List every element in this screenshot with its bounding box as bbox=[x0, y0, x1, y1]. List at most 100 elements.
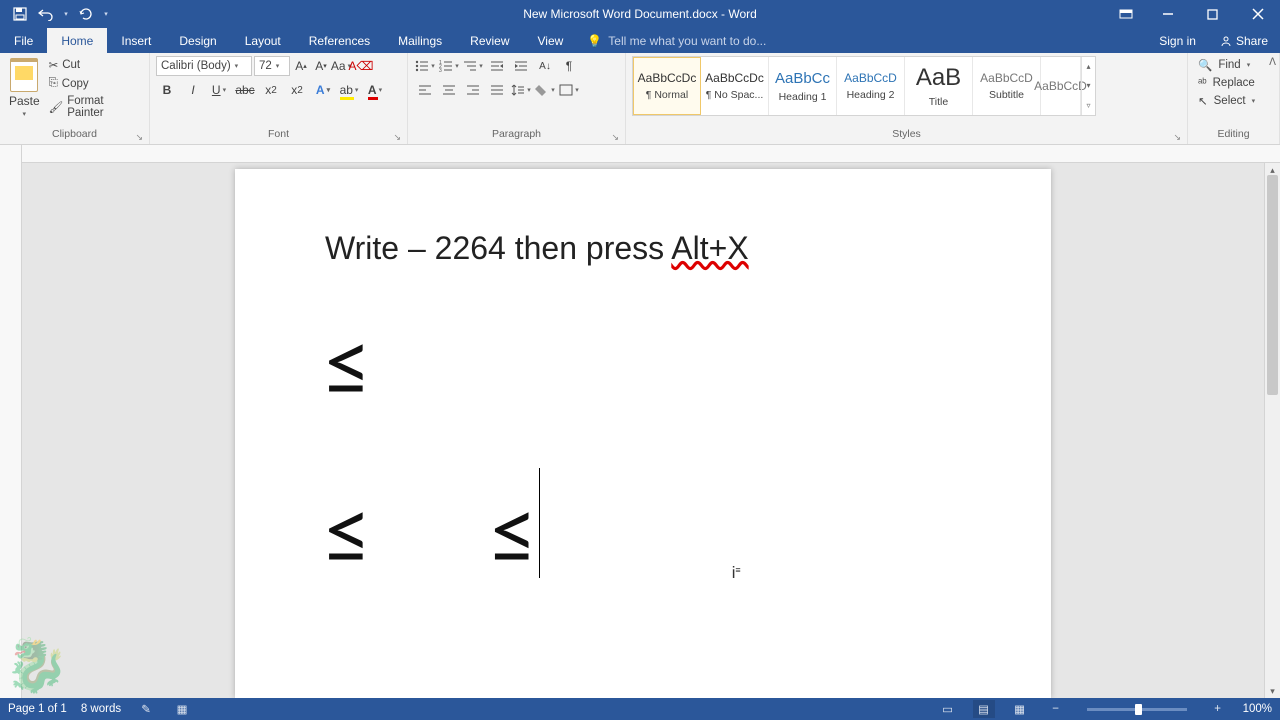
bold-button[interactable]: B bbox=[156, 80, 178, 100]
share-button[interactable]: Share bbox=[1208, 28, 1280, 53]
zoom-level[interactable]: 100% bbox=[1243, 703, 1272, 715]
gallery-up[interactable]: ▴ bbox=[1082, 57, 1095, 76]
format-painter-button[interactable]: 🖌Format Painter bbox=[45, 93, 143, 121]
tab-home[interactable]: Home bbox=[47, 28, 107, 53]
grow-font-button[interactable]: A▴ bbox=[292, 57, 310, 75]
paragraph-dialog-launcher[interactable]: ↘ bbox=[611, 132, 619, 143]
strikethrough-button[interactable]: abc bbox=[234, 80, 256, 100]
undo-dropdown[interactable]: ▾ bbox=[60, 2, 72, 26]
tab-review[interactable]: Review bbox=[456, 28, 523, 53]
borders-button[interactable] bbox=[558, 80, 580, 100]
line-spacing-button[interactable] bbox=[510, 80, 532, 100]
align-center-button[interactable] bbox=[438, 80, 460, 100]
zoom-knob[interactable] bbox=[1135, 704, 1142, 715]
tab-layout[interactable]: Layout bbox=[231, 28, 295, 53]
vertical-ruler[interactable] bbox=[0, 145, 22, 698]
tab-file[interactable]: File bbox=[0, 28, 47, 53]
redo-button[interactable] bbox=[74, 2, 98, 26]
replace-button[interactable]: ᵃᵇReplace bbox=[1194, 75, 1259, 91]
styles-dialog-launcher[interactable]: ↘ bbox=[1173, 132, 1181, 143]
collapse-ribbon-button[interactable]: ᐱ bbox=[1269, 57, 1276, 68]
tab-insert[interactable]: Insert bbox=[107, 28, 165, 53]
increase-indent-button[interactable] bbox=[510, 56, 532, 76]
clear-formatting-button[interactable]: A⌫ bbox=[352, 57, 370, 75]
doc-symbol-3: ≤ bbox=[491, 475, 537, 588]
bullets-button[interactable] bbox=[414, 56, 436, 76]
justify-button[interactable] bbox=[486, 80, 508, 100]
scroll-down[interactable]: ▾ bbox=[1265, 684, 1280, 698]
show-marks-button[interactable]: ¶ bbox=[558, 56, 580, 76]
tab-design[interactable]: Design bbox=[165, 28, 230, 53]
underline-button[interactable]: U bbox=[208, 80, 230, 100]
style-no-spacing[interactable]: AaBbCcDc¶ No Spac... bbox=[701, 57, 769, 115]
font-family-select[interactable]: Calibri (Body)▾ bbox=[156, 56, 252, 76]
text-effects-button[interactable]: A bbox=[312, 80, 334, 100]
group-editing: 🔍Find▾ ᵃᵇReplace ↖Select▾ Editing bbox=[1188, 53, 1280, 144]
gallery-down[interactable]: ▾ bbox=[1082, 76, 1095, 95]
tab-references[interactable]: References bbox=[295, 28, 384, 53]
copy-button[interactable]: ⎘Copy bbox=[45, 75, 143, 92]
numbering-button[interactable]: 123 bbox=[438, 56, 460, 76]
svg-text:3: 3 bbox=[439, 68, 442, 72]
group-styles: AaBbCcDc¶ Normal AaBbCcDc¶ No Spac... Aa… bbox=[626, 53, 1188, 144]
style-subtitle[interactable]: AaBbCcDSubtitle bbox=[973, 57, 1041, 115]
status-proofing-icon[interactable]: ✎ bbox=[135, 700, 157, 718]
cut-button[interactable]: ✂Cut bbox=[45, 56, 143, 74]
group-font: Calibri (Body)▾ 72▾ A▴ A▾ Aa A⌫ B I U ab… bbox=[150, 53, 408, 144]
zoom-slider[interactable] bbox=[1087, 708, 1187, 711]
align-left-button[interactable] bbox=[414, 80, 436, 100]
scroll-thumb[interactable] bbox=[1267, 175, 1278, 395]
view-read-mode[interactable]: ▭ bbox=[937, 700, 959, 718]
text-cursor bbox=[539, 468, 540, 578]
horizontal-ruler[interactable] bbox=[22, 145, 1280, 163]
minimize-button[interactable] bbox=[1145, 0, 1190, 28]
superscript-button[interactable]: x2 bbox=[286, 80, 308, 100]
view-web-layout[interactable]: ▦ bbox=[1009, 700, 1031, 718]
select-button[interactable]: ↖Select▾ bbox=[1194, 92, 1259, 110]
style-title[interactable]: AaBTitle bbox=[905, 57, 973, 115]
zoom-out-button[interactable]: − bbox=[1045, 700, 1067, 718]
save-button[interactable] bbox=[8, 2, 32, 26]
shrink-font-button[interactable]: A▾ bbox=[312, 57, 330, 75]
gallery-expand[interactable]: ▿ bbox=[1082, 96, 1095, 115]
ibeam-cursor-icon: Ꭵ≡ bbox=[732, 565, 741, 583]
doc-symbol-1: ≤ bbox=[325, 318, 961, 410]
style-normal[interactable]: AaBbCcDc¶ Normal bbox=[633, 57, 701, 115]
style-heading-1[interactable]: AaBbCcHeading 1 bbox=[769, 57, 837, 115]
align-right-button[interactable] bbox=[462, 80, 484, 100]
qat-customize[interactable]: ▾ bbox=[100, 2, 112, 26]
multilevel-list-button[interactable] bbox=[462, 56, 484, 76]
tab-mailings[interactable]: Mailings bbox=[384, 28, 456, 53]
tab-view[interactable]: View bbox=[524, 28, 578, 53]
clipboard-dialog-launcher[interactable]: ↘ bbox=[135, 132, 143, 143]
shading-button[interactable] bbox=[534, 80, 556, 100]
find-button[interactable]: 🔍Find▾ bbox=[1194, 56, 1259, 74]
status-words[interactable]: 8 words bbox=[81, 703, 121, 715]
page[interactable]: Write – 2264 then press Alt+X ≤ ≤ ≤ bbox=[235, 169, 1051, 698]
maximize-button[interactable] bbox=[1190, 0, 1235, 28]
ribbon-display-options[interactable] bbox=[1111, 2, 1141, 26]
font-size-select[interactable]: 72▾ bbox=[254, 56, 290, 76]
status-page[interactable]: Page 1 of 1 bbox=[8, 703, 67, 715]
close-button[interactable] bbox=[1235, 0, 1280, 28]
italic-button[interactable]: I bbox=[182, 80, 204, 100]
undo-button[interactable] bbox=[34, 2, 58, 26]
highlight-button[interactable]: ab bbox=[338, 80, 360, 100]
font-color-button[interactable]: A bbox=[364, 80, 386, 100]
view-print-layout[interactable]: ▤ bbox=[973, 700, 995, 718]
style-heading-2[interactable]: AaBbCcDHeading 2 bbox=[837, 57, 905, 115]
tell-me-search[interactable]: 💡 Tell me what you want to do... bbox=[577, 28, 1147, 53]
font-dialog-launcher[interactable]: ↘ bbox=[393, 132, 401, 143]
copy-icon: ⎘ bbox=[49, 77, 58, 90]
vertical-scrollbar[interactable]: ▴ ▾ bbox=[1264, 163, 1280, 698]
lightbulb-icon: 💡 bbox=[587, 34, 602, 48]
decrease-indent-button[interactable] bbox=[486, 56, 508, 76]
status-macro-icon[interactable]: ▦ bbox=[171, 700, 193, 718]
zoom-in-button[interactable]: + bbox=[1207, 700, 1229, 718]
paste-button[interactable]: Paste ▾ bbox=[6, 56, 43, 120]
subscript-button[interactable]: x2 bbox=[260, 80, 282, 100]
style-more[interactable]: AaBbCcD bbox=[1041, 57, 1081, 115]
sign-in-link[interactable]: Sign in bbox=[1147, 28, 1208, 53]
change-case-button[interactable]: Aa bbox=[332, 57, 350, 75]
sort-button[interactable]: A↓ bbox=[534, 56, 556, 76]
